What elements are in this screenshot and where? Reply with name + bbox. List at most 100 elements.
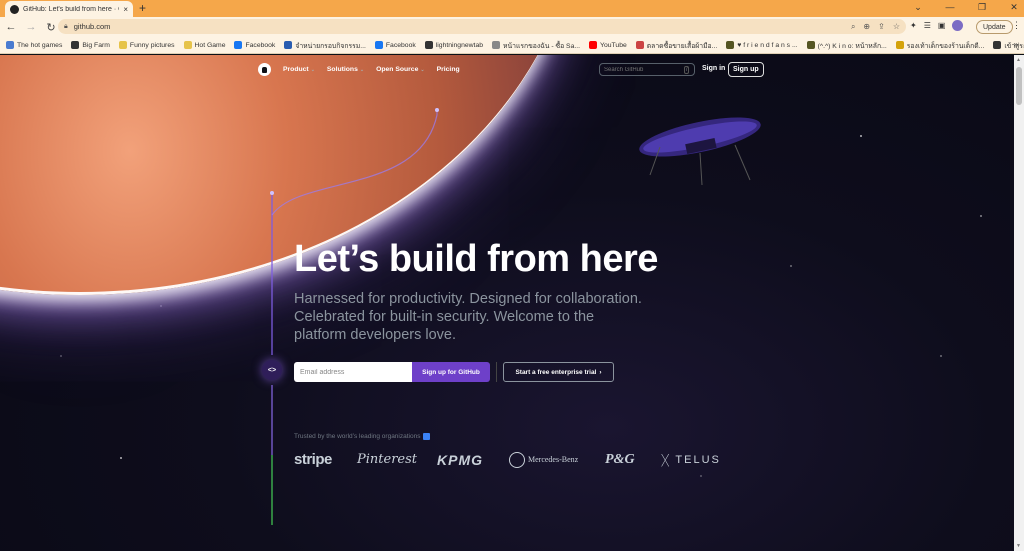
toolbar-icons: ✦ ☰ ▣	[910, 20, 964, 31]
new-tab-button[interactable]: +	[139, 2, 146, 14]
bookmark-item[interactable]: Funny pictures	[118, 41, 175, 49]
bookmark-item[interactable]: Facebook	[374, 41, 416, 49]
bookmark-favicon-icon	[374, 41, 383, 49]
bookmark-label: (^.^) K i n o: หน้าหลัก...	[817, 42, 887, 50]
bookmark-item[interactable]: เข้าสู่ระบบ พิมพ์ LINK ไ...	[993, 40, 1024, 51]
restore-button[interactable]: ❐	[976, 2, 988, 13]
bookmark-item[interactable]: รองเท้าเด็กของร้านเด็กดี...	[895, 40, 985, 51]
bookmark-item[interactable]: lightningnewtab	[424, 41, 483, 49]
bookmark-favicon-icon	[492, 41, 501, 49]
bookmarks-more-icon[interactable]: »	[1014, 40, 1018, 49]
tab-title: GitHub: Let's build from here · GitHub	[23, 5, 119, 13]
bookmark-item[interactable]: Big Farm	[71, 41, 110, 49]
chevron-right-icon: ›	[599, 368, 602, 376]
chevron-down-icon: ⌄	[310, 67, 315, 73]
url-text[interactable]: github.com	[74, 22, 843, 31]
sign-up-for-github-button[interactable]: Sign up for GitHub	[412, 362, 490, 382]
chevron-down-icon: ⌄	[359, 67, 365, 73]
side-panel-icon[interactable]: ▣	[938, 21, 946, 30]
tab-github[interactable]: GitHub: Let's build from here · GitHub ×	[5, 1, 133, 17]
kpmg-logo: KPMG	[437, 451, 483, 468]
bookmark-label: YouTube	[600, 41, 627, 49]
zoom-icon[interactable]: ⊕	[863, 22, 870, 31]
bookmark-item[interactable]: YouTube	[589, 41, 627, 49]
bookmark-favicon-icon	[284, 41, 293, 49]
update-button[interactable]: Update	[976, 20, 1013, 34]
lock-icon[interactable]: 🔒︎	[64, 23, 68, 31]
hero-subtitle: Harnessed for productivity. Designed for…	[294, 291, 642, 343]
tab-close-icon[interactable]: ×	[123, 5, 128, 14]
scrollbar-thumb[interactable]	[1016, 67, 1022, 105]
sign-in-link[interactable]: Sign in	[702, 65, 725, 72]
close-window-button[interactable]: ✕	[1008, 2, 1020, 13]
info-badge-icon	[423, 433, 431, 440]
github-logo-icon[interactable]	[258, 63, 271, 76]
bookmark-label: หน้าแรกของฉัน - ซื้อ Sa...	[503, 42, 581, 50]
github-search[interactable]: /	[599, 63, 695, 76]
bookmark-item[interactable]: หน้าแรกของฉัน - ซื้อ Sa...	[492, 40, 580, 51]
drone-illustration	[639, 117, 761, 186]
bookmark-favicon-icon	[234, 41, 243, 49]
bookmark-favicon-icon	[183, 41, 192, 49]
address-bar[interactable]: 🔒︎ github.com ⌕ ⊕ ⇪ ☆	[58, 19, 906, 34]
nav-pricing[interactable]: Pricing	[437, 66, 460, 73]
page-scrollbar[interactable]: ▲ ▼	[1014, 55, 1024, 551]
mercedes-benz-logo: Mercedes-Benz	[509, 451, 605, 468]
forward-icon[interactable]: →	[22, 21, 40, 33]
bookmark-item[interactable]: Facebook	[234, 41, 275, 49]
menu-kebab-icon[interactable]: ⋮	[1012, 20, 1021, 31]
bookmark-label: รองเท้าเด็กของร้านเด็กดี...	[906, 42, 985, 50]
bookmark-item[interactable]: จำหน่ายกรอบกิจกรรม...	[284, 40, 366, 51]
nav-open-source[interactable]: Open Source ⌄	[376, 66, 425, 73]
extensions-icon[interactable]: ✦	[910, 21, 917, 30]
bookmark-label: Funny pictures	[129, 41, 175, 49]
bookmark-favicon-icon	[993, 41, 1002, 49]
search-input[interactable]	[604, 66, 684, 73]
browser-window: GitHub: Let's build from here · GitHub ×…	[0, 0, 1024, 551]
minimize-button[interactable]: —	[944, 2, 956, 13]
bookmark-favicon-icon	[118, 41, 127, 49]
profile-avatar[interactable]	[952, 20, 964, 31]
bookmark-item[interactable]: ♥ f r i e n d f a n s ...	[726, 41, 798, 49]
tab-strip: GitHub: Let's build from here · GitHub ×…	[0, 0, 1024, 17]
email-field[interactable]	[294, 362, 412, 382]
customer-logos: stripe Pinterest KPMG Mercedes-Benz P&G …	[294, 451, 721, 468]
bookmark-label: ตลาดซื้อขายเสื้อผ้ามือ...	[646, 42, 718, 50]
bookmarks-bar: The hot games Big Farm Funny pictures Hot G…	[0, 37, 1024, 54]
bookmark-favicon-icon	[71, 41, 80, 49]
bookmark-label: Big Farm	[82, 41, 110, 49]
bookmark-label: จำหน่ายกรอบกิจกรรม...	[295, 42, 366, 50]
enterprise-trial-label: Start a free enterprise trial	[515, 368, 597, 376]
bookmark-item[interactable]: Hot Game	[183, 41, 225, 49]
bookmark-favicon-icon	[895, 41, 904, 49]
trusted-label: Trusted by the world’s leading organizat…	[294, 433, 421, 440]
bookmark-label: Facebook	[385, 41, 416, 49]
bookmark-item[interactable]: (^.^) K i n o: หน้าหลัก...	[806, 40, 887, 51]
mercedes-star-icon	[509, 451, 525, 468]
enterprise-trial-button[interactable]: Start a free enterprise trial ›	[503, 362, 614, 382]
scroll-up-icon[interactable]: ▲	[1016, 57, 1021, 63]
code-icon: <>	[262, 360, 282, 380]
scroll-down-icon[interactable]: ▼	[1016, 543, 1021, 549]
browser-toolbar: ← → ↻ 🔒︎ github.com ⌕ ⊕ ⇪ ☆ ✦ ☰ ▣ Update…	[0, 17, 1024, 37]
google-lens-icon[interactable]: ⌕	[851, 22, 855, 32]
bookmark-label: The hot games	[17, 41, 63, 49]
reading-list-icon[interactable]: ☰	[924, 21, 931, 30]
back-icon[interactable]: ←	[2, 21, 20, 33]
bookmark-item[interactable]: The hot games	[6, 41, 62, 49]
github-nav: Product ⌄ Solutions ⌄ Open Source ⌄ Pricing	[258, 63, 460, 76]
chevron-down-icon: ⌄	[420, 67, 425, 73]
nav-solutions[interactable]: Solutions ⌄	[327, 66, 364, 73]
bookmark-star-icon[interactable]: ☆	[893, 22, 900, 31]
window-controls: ⌄ — ❐ ✕	[912, 2, 1020, 13]
telus-logo: ᚷ TELUS	[661, 452, 721, 468]
share-icon[interactable]: ⇪	[878, 22, 885, 31]
hero-title: Let’s build from here	[294, 238, 658, 280]
bookmark-favicon-icon	[806, 41, 815, 49]
bookmark-item[interactable]: ตลาดซื้อขายเสื้อผ้ามือ...	[635, 40, 718, 51]
bookmark-favicon-icon	[635, 41, 644, 49]
sign-up-button[interactable]: Sign up	[728, 62, 764, 77]
nav-product[interactable]: Product ⌄	[283, 66, 315, 73]
tab-search-icon[interactable]: ⌄	[912, 2, 924, 13]
bookmark-favicon-icon	[424, 41, 433, 49]
